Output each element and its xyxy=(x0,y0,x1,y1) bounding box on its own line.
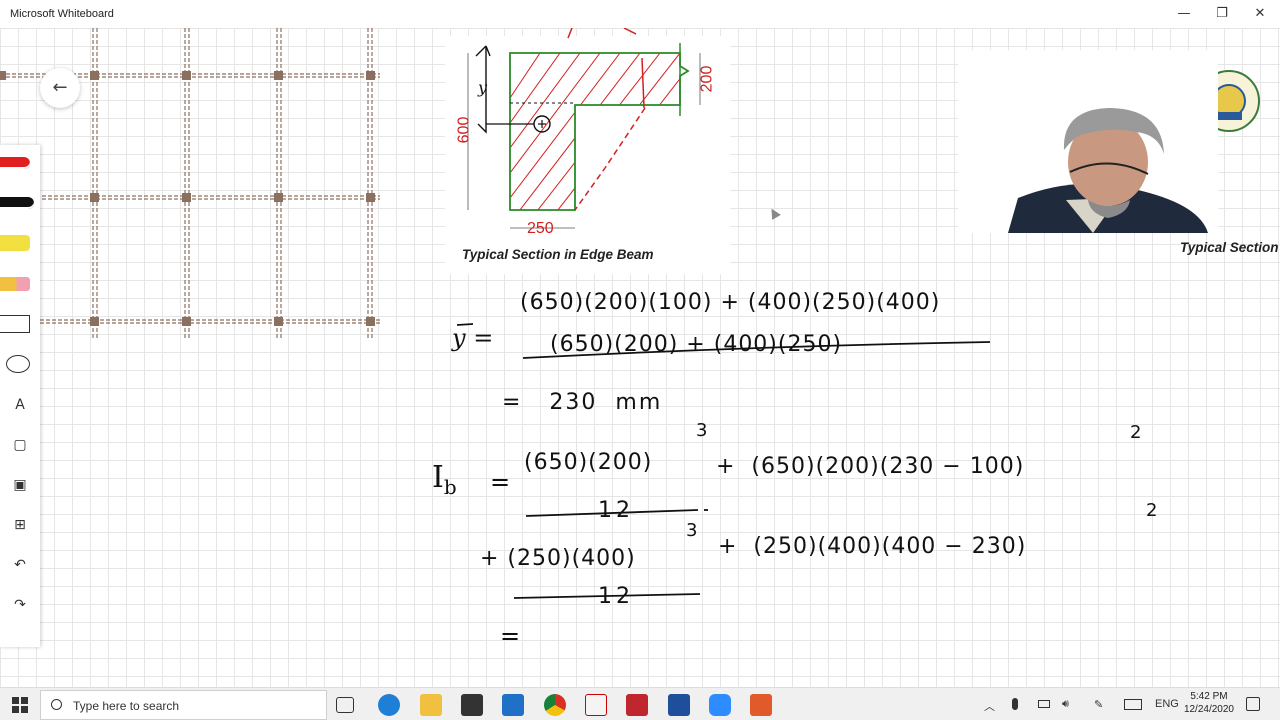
ib-letter: I xyxy=(432,460,444,495)
keyboard-icon[interactable] xyxy=(1124,699,1142,710)
section-caption: Typical Section in Edge Beam xyxy=(462,247,654,262)
black-pen-icon xyxy=(0,197,34,209)
mail-icon[interactable] xyxy=(502,694,524,716)
ib-term1-exponent: 3 xyxy=(696,420,708,441)
ybar-denominator: (650)(200) + (400)(250) xyxy=(550,332,843,357)
file-explorer-icon[interactable] xyxy=(420,694,442,716)
notifications-icon[interactable] xyxy=(1246,697,1260,711)
back-button[interactable]: ← xyxy=(40,68,80,108)
volume-icon[interactable]: 🔊︎ xyxy=(1062,698,1069,711)
zoom-icon[interactable] xyxy=(709,694,731,716)
close-button[interactable]: ✕ xyxy=(1241,0,1279,28)
ib-final-equals: = xyxy=(500,622,521,650)
y-label: y xyxy=(478,78,488,97)
lasso-icon xyxy=(6,355,30,373)
chrome-icon[interactable] xyxy=(544,694,566,716)
ib-term3-denominator: 12 xyxy=(598,584,634,609)
text-tool[interactable]: A xyxy=(0,387,40,423)
black-pen-tool[interactable] xyxy=(0,187,40,223)
inking-toolbar: A ▢ ▣ ⊞ ↶ ↷ xyxy=(0,145,40,647)
eraser-tool[interactable] xyxy=(0,267,40,303)
dim-slab-label: 200 xyxy=(698,65,716,93)
system-clock[interactable]: 5:42 PM 12/24/2020 xyxy=(1184,690,1234,716)
ruler-icon xyxy=(0,315,30,333)
search-icon xyxy=(51,699,62,710)
window-title: Microsoft Whiteboard xyxy=(10,8,114,20)
back-arrow-icon: ← xyxy=(52,77,68,98)
red-pen-tool[interactable] xyxy=(0,147,40,183)
ib-subscript: b xyxy=(443,475,457,499)
presenter-image xyxy=(958,50,1218,233)
ib-term1-denominator: 12 xyxy=(598,498,634,523)
ybar-numerator: (650)(200)(100) + (400)(250)(400) xyxy=(520,290,941,315)
ruler-tool[interactable] xyxy=(0,307,40,343)
ib-term2: + (650)(200)(230 − 100) xyxy=(716,454,1025,479)
store-icon[interactable] xyxy=(461,694,483,716)
note-icon: ▢ xyxy=(13,437,27,453)
ib-term2-exponent: 2 xyxy=(1130,422,1142,443)
redo-icon: ↷ xyxy=(14,597,26,613)
edge-browser-icon[interactable] xyxy=(378,694,400,716)
highlighter-icon xyxy=(0,235,30,251)
add-tool[interactable]: ⊞ xyxy=(0,507,40,543)
ib-label: Ib xyxy=(432,460,457,499)
ib-equals: = xyxy=(490,468,511,496)
ib-term4-exponent: 2 xyxy=(1146,500,1158,521)
microphone-icon[interactable] xyxy=(1012,698,1018,710)
ib-term3-exponent: 3 xyxy=(686,520,698,541)
presenter-webcam xyxy=(958,50,1218,233)
add-icon: ⊞ xyxy=(14,517,26,533)
right-section-caption: Typical Section xyxy=(1180,240,1279,255)
start-button[interactable] xyxy=(12,697,28,713)
red-pen-icon xyxy=(0,157,30,169)
text-icon: A xyxy=(15,397,25,413)
clock-time: 5:42 PM xyxy=(1190,691,1228,702)
show-hidden-icons-icon[interactable]: ︿ xyxy=(984,698,995,714)
clock-date: 12/24/2020 xyxy=(1183,704,1234,715)
dim-height-label: 600 xyxy=(455,116,473,144)
recorder-icon[interactable] xyxy=(750,694,772,716)
lasso-tool[interactable] xyxy=(0,347,40,383)
whiteboard-app-icon[interactable] xyxy=(668,694,690,716)
windows-logo-icon xyxy=(12,697,28,713)
ybar-label: y = xyxy=(452,324,494,352)
minimize-button[interactable]: — xyxy=(1165,0,1203,28)
title-bar: Microsoft Whiteboard — ❐ ✕ xyxy=(0,0,1280,28)
ib-term1-numerator: (650)(200) xyxy=(524,450,653,475)
highlighter-tool[interactable] xyxy=(0,227,40,263)
dim-width-label: 250 xyxy=(527,220,554,237)
redo-button[interactable]: ↷ xyxy=(0,587,40,623)
image-tool[interactable]: ▣ xyxy=(0,467,40,503)
search-placeholder: Type here to search xyxy=(73,699,180,713)
language-indicator[interactable]: ENG xyxy=(1155,698,1179,710)
note-tool[interactable]: ▢ xyxy=(0,427,40,463)
maximize-button[interactable]: ❐ xyxy=(1203,0,1241,28)
pdf-reader-icon[interactable] xyxy=(585,694,607,716)
ib-term3-numerator: + (250)(400) xyxy=(480,546,636,571)
windows-taskbar: Type here to search ︿ 🔊︎ ✎ ENG 5:42 PM 1… xyxy=(0,687,1280,720)
battery-icon[interactable] xyxy=(1038,700,1050,708)
undo-button[interactable]: ↶ xyxy=(0,547,40,583)
undo-icon: ↶ xyxy=(14,557,26,573)
task-view-icon[interactable] xyxy=(336,697,354,713)
pen-workspace-icon[interactable]: ✎ xyxy=(1094,698,1103,711)
eraser-icon xyxy=(0,277,30,291)
acrobat-icon[interactable] xyxy=(626,694,648,716)
ybar-result: = 230 mm xyxy=(502,390,663,415)
ib-term4: + (250)(400)(400 − 230) xyxy=(718,534,1027,559)
image-icon: ▣ xyxy=(13,477,27,493)
taskbar-search-box[interactable]: Type here to search xyxy=(40,690,327,720)
whiteboard-canvas[interactable]: 600 200 250 y Typical Section in Edge Be… xyxy=(0,28,1280,687)
